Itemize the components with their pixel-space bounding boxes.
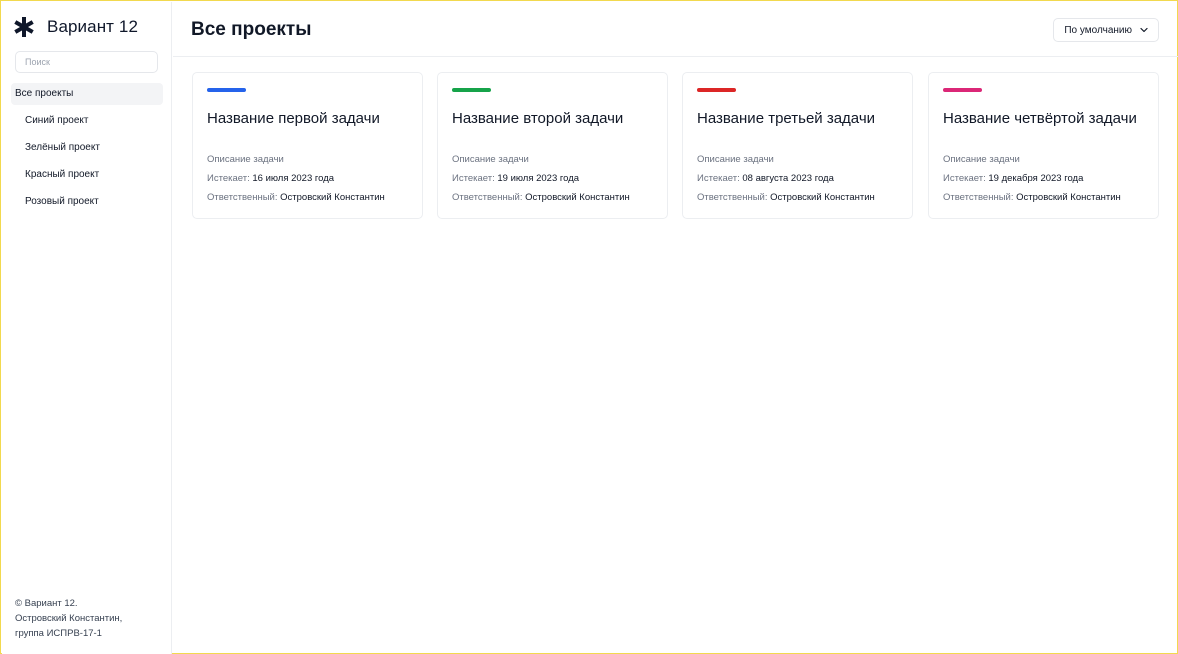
owner-label: Ответственный: xyxy=(452,192,523,203)
expires-label: Истекает: xyxy=(207,173,250,184)
card-title: Название второй задачи xyxy=(452,110,624,127)
app-window: Вариант 12 Все проекты Синий проект Зелё… xyxy=(0,0,1178,654)
sidebar-item-all-projects[interactable]: Все проекты xyxy=(11,83,163,105)
card-title: Название третьей задачи xyxy=(697,110,876,127)
task-card[interactable]: Название четвёртой задачи Описание задач… xyxy=(928,72,1159,219)
sidebar-footer: © Вариант 12. Островский Константин, гру… xyxy=(15,596,165,641)
owner-label: Ответственный: xyxy=(207,192,278,203)
expires-label: Истекает: xyxy=(452,173,495,184)
task-cards: Название первой задачи Описание задачи И… xyxy=(192,72,1159,219)
task-card[interactable]: Название второй задачи Описание задачи И… xyxy=(437,72,668,219)
card-title: Название четвёртой задачи xyxy=(943,110,1137,127)
owner-value: Островский Константин xyxy=(525,192,630,203)
card-description: Описание задачи xyxy=(943,154,1020,165)
expires-label: Истекает: xyxy=(697,173,740,184)
card-color-bar xyxy=(452,88,491,92)
main-content: Все проекты По умолчанию Название первой… xyxy=(173,2,1178,654)
top-bar: Все проекты По умолчанию xyxy=(173,2,1178,57)
card-owner: Ответственный: Островский Константин xyxy=(207,192,385,203)
card-expires: Истекает: 19 июля 2023 года xyxy=(452,173,579,184)
footer-line: Островский Константин, xyxy=(15,613,123,624)
task-card[interactable]: Название третьей задачи Описание задачи … xyxy=(682,72,913,219)
card-description: Описание задачи xyxy=(452,154,529,165)
card-expires: Истекает: 08 августа 2023 года xyxy=(697,173,834,184)
card-description: Описание задачи xyxy=(697,154,774,165)
card-expires: Истекает: 19 декабря 2023 года xyxy=(943,173,1083,184)
card-expires: Истекает: 16 июля 2023 года xyxy=(207,173,334,184)
sort-label: По умолчанию xyxy=(1064,24,1132,36)
expires-value: 08 августа 2023 года xyxy=(742,173,834,184)
owner-label: Ответственный: xyxy=(697,192,768,203)
card-owner: Ответственный: Островский Константин xyxy=(452,192,630,203)
brand[interactable]: Вариант 12 xyxy=(13,16,138,38)
sidebar-item-green-project[interactable]: Зелёный проект xyxy=(11,137,163,159)
search-input[interactable] xyxy=(15,51,158,73)
sort-dropdown[interactable]: По умолчанию xyxy=(1053,18,1159,42)
expires-label: Истекает: xyxy=(943,173,986,184)
asterisk-icon xyxy=(14,17,34,37)
sidebar: Вариант 12 Все проекты Синий проект Зелё… xyxy=(2,2,172,654)
expires-value: 19 декабря 2023 года xyxy=(988,173,1084,184)
chevron-down-icon xyxy=(1140,27,1148,33)
card-color-bar xyxy=(207,88,246,92)
expires-value: 19 июля 2023 года xyxy=(497,173,580,184)
sidebar-item-red-project[interactable]: Красный проект xyxy=(11,164,163,186)
app-title: Вариант 12 xyxy=(47,17,139,36)
card-title: Название первой задачи xyxy=(207,110,380,127)
expires-value: 16 июля 2023 года xyxy=(252,173,335,184)
sidebar-item-pink-project[interactable]: Розовый проект xyxy=(11,191,163,213)
owner-value: Островский Константин xyxy=(280,192,385,203)
card-owner: Ответственный: Островский Константин xyxy=(943,192,1121,203)
task-card[interactable]: Название первой задачи Описание задачи И… xyxy=(192,72,423,219)
footer-line: группа ИСПРВ-17-1 xyxy=(15,628,102,639)
owner-value: Островский Константин xyxy=(770,192,875,203)
page-title: Все проекты xyxy=(191,19,312,40)
card-owner: Ответственный: Островский Константин xyxy=(697,192,875,203)
owner-value: Островский Константин xyxy=(1016,192,1121,203)
card-description: Описание задачи xyxy=(207,154,284,165)
sidebar-item-blue-project[interactable]: Синий проект xyxy=(11,110,163,132)
card-color-bar xyxy=(697,88,736,92)
owner-label: Ответственный: xyxy=(943,192,1014,203)
footer-line: © Вариант 12. xyxy=(15,598,78,609)
card-color-bar xyxy=(943,88,982,92)
project-nav: Все проекты Синий проект Зелёный проект … xyxy=(11,83,163,218)
